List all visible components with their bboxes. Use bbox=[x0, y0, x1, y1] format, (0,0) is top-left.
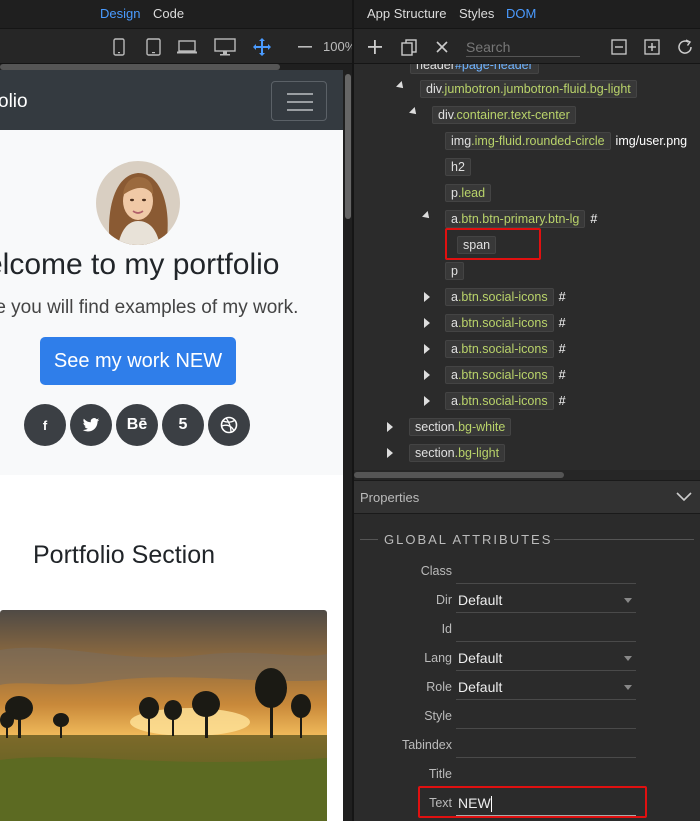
dom-node-p[interactable]: p bbox=[445, 261, 464, 281]
dom-toolbar bbox=[354, 28, 700, 64]
cta-label: See my work bbox=[53, 349, 170, 372]
style-field[interactable] bbox=[456, 705, 636, 729]
dom-node-social-icons[interactable]: a.btn.social-icons # bbox=[445, 313, 566, 333]
lang-select[interactable]: Default bbox=[456, 647, 636, 671]
expand-all-icon[interactable] bbox=[641, 36, 663, 58]
twitter-icon[interactable] bbox=[70, 404, 112, 446]
caret-down-icon bbox=[624, 656, 632, 661]
device-toolbar: 100% bbox=[0, 28, 352, 64]
chevron-down-icon[interactable] bbox=[676, 490, 692, 505]
add-icon[interactable] bbox=[364, 36, 386, 58]
role-select[interactable]: Default bbox=[456, 676, 636, 700]
expand-arrow-icon[interactable] bbox=[424, 344, 430, 354]
caret-down-icon bbox=[624, 598, 632, 603]
collapse-all-icon[interactable] bbox=[608, 36, 630, 58]
facebook-icon[interactable]: f bbox=[24, 404, 66, 446]
hero-title: elcome to my portfolio bbox=[0, 248, 280, 281]
prop-row-id: Id bbox=[354, 616, 700, 644]
vertical-scrollbar[interactable] bbox=[343, 70, 352, 821]
prop-row-title: Title bbox=[354, 761, 700, 789]
tab-dom[interactable]: DOM bbox=[506, 6, 536, 21]
refresh-icon[interactable] bbox=[674, 36, 696, 58]
class-field[interactable] bbox=[456, 560, 636, 584]
dom-horizontal-scrollbar[interactable] bbox=[354, 470, 700, 480]
tabindex-field[interactable] bbox=[456, 734, 636, 758]
zoom-level[interactable]: 100% bbox=[323, 39, 352, 54]
tab-app-structure[interactable]: App Structure bbox=[367, 6, 447, 21]
portfolio-heading: Portfolio Section bbox=[33, 541, 216, 569]
hamburger-icon bbox=[287, 93, 313, 95]
dom-node-container[interactable]: div.container.text-center bbox=[432, 105, 576, 125]
view-tabs: Design Code bbox=[0, 0, 352, 28]
jumbotron: elcome to my portfolio re you will find … bbox=[0, 130, 343, 475]
dom-node-h2[interactable]: h2 bbox=[445, 157, 471, 177]
expand-arrow-icon[interactable] bbox=[424, 318, 430, 328]
search-input[interactable] bbox=[466, 37, 580, 57]
collapse-arrow-icon[interactable] bbox=[396, 81, 406, 91]
dir-select[interactable]: Default bbox=[456, 589, 636, 613]
properties-title: Properties bbox=[360, 490, 420, 505]
desktop-icon[interactable] bbox=[214, 36, 236, 58]
expand-arrow-icon[interactable] bbox=[424, 370, 430, 380]
see-my-work-button[interactable]: See my work NEW bbox=[40, 337, 236, 385]
title-field[interactable] bbox=[456, 763, 636, 787]
avatar bbox=[96, 161, 180, 245]
collapse-arrow-icon[interactable] bbox=[409, 107, 419, 117]
zoom-out-icon[interactable] bbox=[294, 36, 316, 58]
dom-node-btn-primary[interactable]: a.btn.btn-primary.btn-lg # bbox=[445, 209, 597, 229]
properties-header[interactable]: Properties bbox=[354, 480, 700, 514]
copy-icon[interactable] bbox=[398, 36, 420, 58]
expand-arrow-icon[interactable] bbox=[424, 292, 430, 302]
500px-icon[interactable]: 5 bbox=[162, 404, 204, 446]
prop-row-lang: Lang Default bbox=[354, 645, 700, 673]
landscape-image bbox=[0, 610, 327, 821]
dom-node-social-icons[interactable]: a.btn.social-icons # bbox=[445, 365, 566, 385]
span-highlight bbox=[445, 228, 541, 260]
cta-new-span: NEW bbox=[175, 349, 223, 372]
navbar-toggler-button[interactable] bbox=[271, 81, 327, 121]
dom-node-p-lead[interactable]: p.lead bbox=[445, 183, 492, 203]
hero-lead: re you will find examples of my work. bbox=[0, 297, 299, 318]
dom-node-jumbotron[interactable]: div.jumbotron.jumbotron-fluid.bg-light bbox=[420, 79, 637, 99]
prop-row-style: Style bbox=[354, 703, 700, 731]
fluid-resize-icon[interactable] bbox=[251, 36, 273, 58]
tab-design[interactable]: Design bbox=[100, 6, 140, 21]
dom-panel: App Structure Styles DOM header#page-hea… bbox=[354, 0, 700, 821]
dom-node-img[interactable]: img.img-fluid.rounded-circle img/user.pn… bbox=[445, 131, 687, 151]
prop-row-class: Class bbox=[354, 558, 700, 586]
page-preview: olio elcome to my portfolio re you will … bbox=[0, 70, 343, 821]
img-src-value: img/user.png bbox=[615, 134, 688, 148]
caret-down-icon bbox=[624, 685, 632, 690]
collapse-arrow-icon[interactable] bbox=[422, 211, 432, 221]
behance-icon[interactable]: Bē bbox=[116, 404, 158, 446]
delete-icon[interactable] bbox=[431, 36, 453, 58]
dom-node-section-light[interactable]: section.bg-light bbox=[409, 443, 506, 463]
expand-arrow-icon[interactable] bbox=[387, 448, 393, 458]
navbar: olio bbox=[0, 70, 343, 130]
prop-row-tabindex: Tabindex bbox=[354, 732, 700, 760]
prop-row-role: Role Default bbox=[354, 674, 700, 702]
dom-node-social-icons[interactable]: a.btn.social-icons # bbox=[445, 287, 566, 307]
global-attributes-heading: GLOBAL ATTRIBUTES bbox=[354, 530, 700, 550]
expand-arrow-icon[interactable] bbox=[424, 396, 430, 406]
dom-node-header[interactable]: header#page-header bbox=[410, 64, 539, 75]
id-field[interactable] bbox=[456, 618, 636, 642]
dom-node-social-icons[interactable]: a.btn.social-icons # bbox=[445, 339, 566, 359]
dom-node-social-icons[interactable]: a.btn.social-icons # bbox=[445, 391, 566, 411]
phone-icon[interactable] bbox=[108, 36, 130, 58]
navbar-brand[interactable]: olio bbox=[0, 91, 28, 113]
tab-code[interactable]: Code bbox=[153, 6, 184, 21]
tab-styles[interactable]: Styles bbox=[459, 6, 494, 21]
tablet-icon[interactable] bbox=[142, 36, 164, 58]
laptop-icon[interactable] bbox=[176, 36, 198, 58]
expand-arrow-icon[interactable] bbox=[387, 422, 393, 432]
dribbble-icon[interactable] bbox=[208, 404, 250, 446]
design-pane: Design Code 100% olio bbox=[0, 0, 352, 821]
dom-tree: header#page-header div.jumbotron.jumbotr… bbox=[354, 64, 700, 470]
text-field-highlight bbox=[418, 786, 647, 818]
panel-tabs: App Structure Styles DOM bbox=[354, 0, 700, 28]
dom-node-section-white[interactable]: section.bg-white bbox=[409, 417, 512, 437]
prop-row-dir: Dir Default bbox=[354, 587, 700, 615]
